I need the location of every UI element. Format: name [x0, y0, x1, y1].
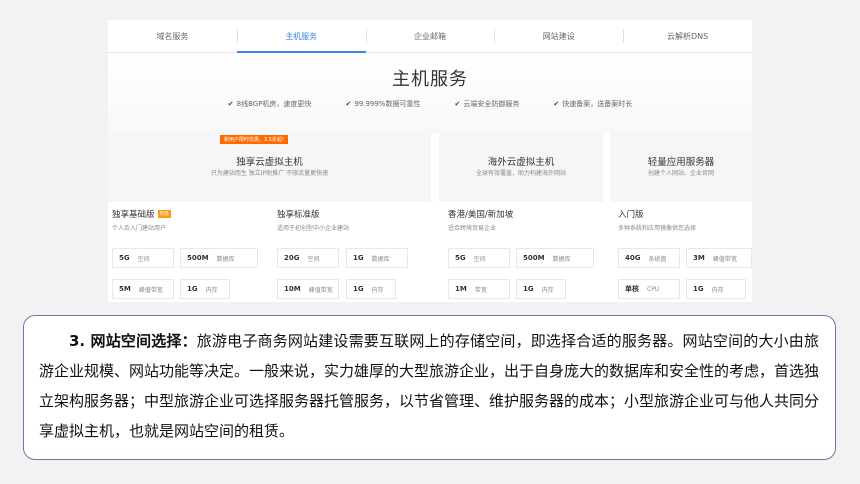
- tab-hosting[interactable]: 主机服务: [236, 20, 366, 53]
- spec-item: 1G 内存: [686, 279, 746, 299]
- plan-name: 独享基础版: [112, 210, 155, 220]
- spec-item: 1G 数据库: [346, 248, 408, 268]
- plan-overseas[interactable]: 香港/美国/新加坡 适合跨境贸易企业: [448, 208, 513, 232]
- product-title: 轻量应用服务器: [647, 157, 715, 168]
- feature-list: ✔ 8线BGP机房，速度更快 ✔ 99.999%数据可靠性 ✔ 云端安全防御服务 ✔ 快…: [108, 99, 752, 109]
- product-exclusive-virtual-host[interactable]: 新用户限时优惠，3.5折起! 独享云虚拟主机 只为建站而生 独立IP助推广 不限…: [108, 132, 431, 302]
- feature-item: ✔ 99.999%数据可靠性: [345, 100, 421, 108]
- check-icon: ✔: [345, 100, 352, 108]
- plan-name: 香港/美国/新加坡: [448, 210, 514, 220]
- page-title: 主机服务: [392, 69, 468, 90]
- spec-item: 20G 空间: [277, 248, 339, 268]
- service-tabs: 域名服务 主机服务 企业邮箱 网站建设 云解析DNS: [108, 20, 752, 53]
- hot-badge: 热销: [157, 210, 171, 218]
- product-title: 海外云虚拟主机: [487, 157, 555, 168]
- plan-desc: 适合跨境贸易企业: [448, 225, 497, 232]
- plan-basic[interactable]: 独享基础版 热销 个人及入门建站用户: [112, 208, 171, 232]
- product-subtitle: 创建个人网站、企业官网: [647, 170, 714, 177]
- product-overseas-virtual-host[interactable]: 海外云虚拟主机 全球有效覆盖，助力构建海外网站 香港/美国/新加坡 适合跨境贸易…: [439, 132, 603, 302]
- product-lightweight-server[interactable]: 轻量应用服务器 创建个人网站、企业官网 入门版 多种系统和应用镜像供您选择 40…: [610, 132, 752, 302]
- product-cards: 新用户限时优惠，3.5折起! 独享云虚拟主机 只为建站而生 独立IP助推广 不限…: [108, 132, 752, 302]
- plan-starter[interactable]: 入门版 多种系统和应用镜像供您选择: [618, 208, 696, 232]
- tab-enterprise-email[interactable]: 企业邮箱: [365, 20, 495, 52]
- tab-domain[interactable]: 域名服务: [108, 20, 237, 52]
- product-header: 海外云虚拟主机 全球有效覆盖，助力构建海外网站: [439, 132, 603, 202]
- spec-item: 5G 空间: [112, 248, 174, 268]
- promo-ribbon: 新用户限时优惠，3.5折起!: [220, 135, 288, 144]
- plan-desc: 个人及入门建站用户: [112, 225, 167, 232]
- spec-item: 500M 数据库: [180, 248, 258, 268]
- tab-cloud-dns[interactable]: 云解析DNS: [623, 20, 752, 52]
- check-icon: ✔: [454, 100, 461, 108]
- feature-item: ✔ 快速备案，送备案时长: [553, 100, 633, 108]
- product-header: 轻量应用服务器 创建个人网站、企业官网: [610, 132, 752, 202]
- plan-name: 独享标准版: [277, 210, 320, 220]
- product-subtitle: 只为建站而生 独立IP助推广 不限流量更快速: [210, 170, 329, 177]
- spec-item: 1G 内存: [346, 279, 396, 299]
- plan-standard[interactable]: 独享标准版 适用于初创型中小企业建站: [277, 208, 349, 232]
- check-icon: ✔: [227, 100, 234, 108]
- plan-desc: 适用于初创型中小企业建站: [277, 225, 350, 232]
- spec-item: 10M 峰值带宽: [277, 279, 339, 299]
- spec-item: 40G 系统盘: [618, 248, 680, 268]
- explanation-textbox: 3. 网站空间选择：旅游电子商务网站建设需要互联网上的存储空间，即选择合适的服务…: [23, 315, 836, 460]
- spec-item: 1G 内存: [516, 279, 566, 299]
- host-service-screenshot: 域名服务 主机服务 企业邮箱 网站建设 云解析DNS 主机服务 ✔ 8线BGP机房…: [108, 20, 752, 302]
- note-lead: 3. 网站空间选择：: [69, 332, 197, 350]
- spec-item: 1G 内存: [180, 279, 230, 299]
- hero-banner: 主机服务 ✔ 8线BGP机房，速度更快 ✔ 99.999%数据可靠性 ✔ 云端安全防御…: [108, 53, 752, 133]
- spec-item: 500M 数据库: [516, 248, 594, 268]
- feature-item: ✔ 云端安全防御服务: [454, 100, 520, 108]
- plan-name: 入门版: [618, 210, 644, 220]
- product-title: 独享云虚拟主机: [236, 157, 303, 168]
- spec-item: 5M 峰值带宽: [112, 279, 174, 299]
- product-subtitle: 全球有效覆盖，助力构建海外网站: [475, 170, 566, 177]
- product-header: 新用户限时优惠，3.5折起! 独享云虚拟主机 只为建站而生 独立IP助推广 不限…: [108, 132, 431, 202]
- spec-item: 1M 带宽: [448, 279, 510, 299]
- feature-item: ✔ 8线BGP机房，速度更快: [227, 100, 312, 108]
- tab-website-build[interactable]: 网站建设: [494, 20, 623, 52]
- plan-desc: 多种系统和应用镜像供您选择: [618, 225, 697, 232]
- spec-item: 单核 CPU: [618, 279, 680, 299]
- spec-item: 5G 空间: [448, 248, 510, 268]
- spec-item: 3M 峰值带宽: [686, 248, 752, 268]
- check-icon: ✔: [553, 100, 560, 108]
